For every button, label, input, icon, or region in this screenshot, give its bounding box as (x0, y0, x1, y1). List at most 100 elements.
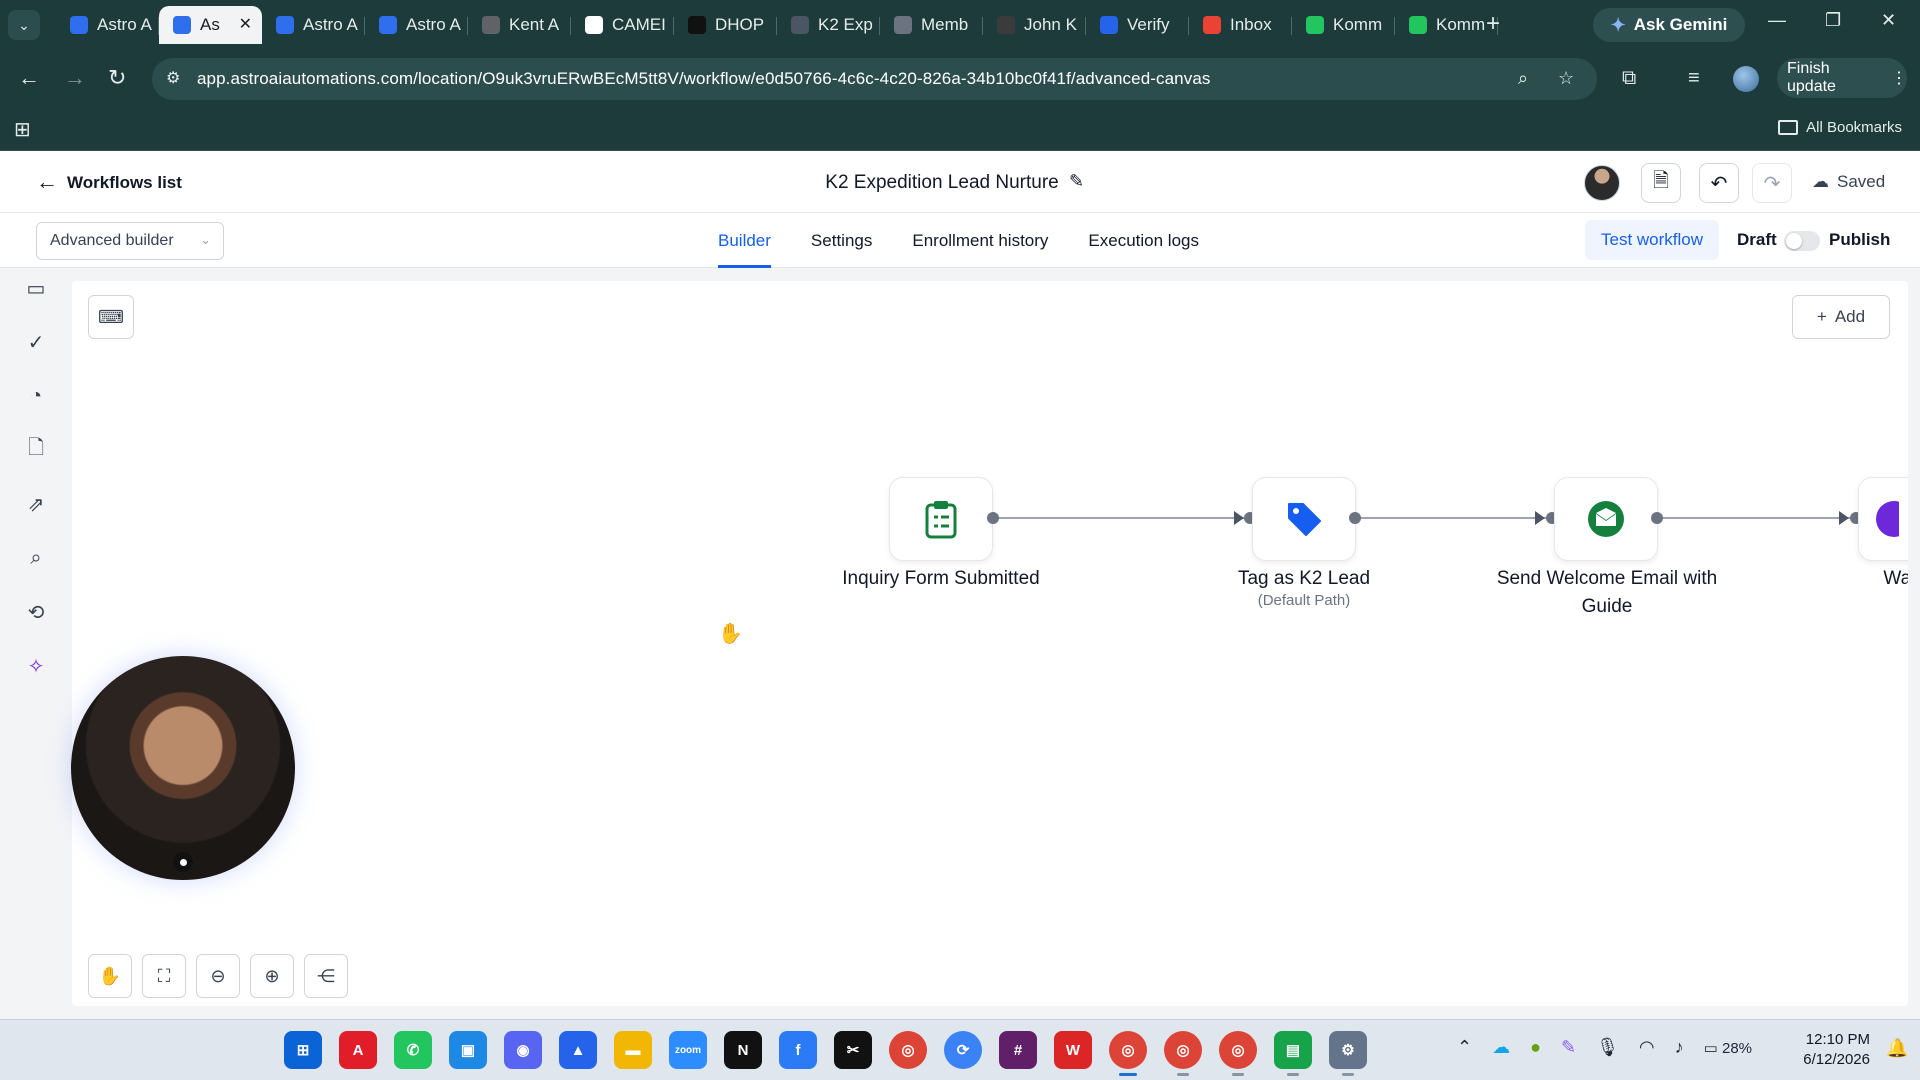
ask-gemini-button[interactable]: ✦ Ask Gemini (1593, 8, 1745, 42)
bookmark-star-icon[interactable]: ☆ (1558, 68, 1574, 89)
chrome-icon[interactable]: ◎ (889, 1031, 927, 1069)
workflow-node-wait[interactable] (1858, 477, 1908, 561)
url-text[interactable]: app.astroaiautomations.com/location/O9uk… (197, 69, 1211, 89)
publish-toggle[interactable] (1784, 231, 1820, 251)
user-avatar[interactable] (1584, 165, 1620, 201)
back-arrow-icon[interactable]: ← (18, 66, 40, 90)
browser-tab[interactable]: K2 Exp (777, 6, 880, 44)
auto-layout-button[interactable]: ⋲ (304, 954, 348, 998)
sync-icon[interactable]: ⟳ (944, 1031, 982, 1069)
all-bookmarks-button[interactable]: All Bookmarks (1778, 119, 1902, 136)
node-output-handle[interactable] (1349, 512, 1361, 524)
settings-gear-icon[interactable]: ⚙ (1329, 1031, 1367, 1076)
tab-close-icon[interactable]: ✕ (239, 14, 252, 34)
news-icon[interactable]: ▣ (449, 1031, 487, 1069)
workflow-node-email[interactable] (1554, 477, 1658, 561)
minimize-icon[interactable]: — (1768, 10, 1786, 31)
capcut-icon[interactable]: ✂ (834, 1031, 872, 1069)
file-icon[interactable]: 🗋 (24, 437, 48, 462)
pie-chart-icon[interactable]: ◔ (24, 384, 48, 408)
slack-icon[interactable]: # (999, 1031, 1037, 1069)
window-close-icon[interactable]: ✕ (1881, 10, 1896, 31)
chrome-icon[interactable]: ◎ (1164, 1031, 1202, 1076)
browser-tab[interactable]: Astro A (262, 6, 365, 44)
browser-tab[interactable]: Komm (1395, 6, 1498, 44)
clock[interactable]: 12:10 PM 6/12/2026 (1770, 1030, 1870, 1070)
chrome-icon[interactable]: ◎ (1219, 1031, 1257, 1076)
edit-title-pencil-icon[interactable]: ✎ (1069, 171, 1084, 192)
acrobat-icon[interactable]: A (339, 1031, 377, 1069)
browser-tab[interactable]: CAMEI (571, 6, 674, 44)
photos-icon[interactable]: ▲ (559, 1031, 597, 1069)
whatsapp-icon[interactable]: ✆ (394, 1031, 432, 1069)
extensions-icon[interactable]: ⧉ (1622, 66, 1636, 90)
browser-tab[interactable]: John K (983, 6, 1086, 44)
workflow-canvas[interactable]: ⌨ + Add Inquiry Form Submitted Tag as K2… (72, 281, 1908, 1006)
check-circle-icon[interactable]: ✓ (24, 330, 48, 354)
tab-enrollment-history[interactable]: Enrollment history (912, 213, 1048, 268)
undo-button[interactable]: ↶ (1699, 163, 1739, 203)
wps-icon[interactable]: W (1054, 1031, 1092, 1069)
finish-update-button[interactable]: Finish update ⋮ (1777, 58, 1907, 98)
zoom-in-button[interactable]: ⊕ (250, 954, 294, 998)
fit-view-button[interactable]: ⛶ (142, 954, 186, 998)
kommo-icon[interactable]: ▤ (1274, 1031, 1312, 1076)
search-icon[interactable]: ⌕ (24, 546, 48, 570)
ai-sparkle-icon[interactable]: ✧ (24, 654, 48, 678)
workflow-notes-button[interactable]: 🗎 (1641, 163, 1681, 203)
tab-builder[interactable]: Builder (718, 213, 771, 268)
chrome-icon[interactable]: ◎ (1109, 1031, 1147, 1076)
node-output-handle[interactable] (987, 512, 999, 524)
workflow-node-trigger[interactable] (889, 477, 993, 561)
zoom-icon[interactable]: zoom (669, 1031, 707, 1069)
chevron-up-icon[interactable]: ⌃ (1457, 1037, 1472, 1058)
add-button[interactable]: + Add (1792, 295, 1890, 339)
tab-search-button[interactable]: ⌄ (8, 10, 40, 40)
discord-icon[interactable]: ◉ (504, 1031, 542, 1069)
browser-tab[interactable]: DHOP (674, 6, 777, 44)
builder-mode-select[interactable]: Advanced builder ⌄ (36, 222, 224, 260)
tab-execution-logs[interactable]: Execution logs (1088, 213, 1199, 268)
wifi-icon[interactable]: ◠ (1639, 1037, 1655, 1058)
volume-icon[interactable]: ♪ (1675, 1037, 1684, 1058)
browser-tab[interactable]: Inbox (1189, 6, 1292, 44)
workflow-node-tag[interactable] (1252, 477, 1356, 561)
file-explorer-icon[interactable]: ▬ (614, 1031, 652, 1069)
media-controls-icon[interactable]: ≡ (1688, 66, 1700, 90)
keyboard-shortcuts-button[interactable]: ⌨ (88, 295, 134, 339)
windows-start-icon[interactable]: ⊞ (284, 1031, 322, 1069)
test-workflow-button[interactable]: Test workflow (1585, 220, 1719, 260)
browser-tab[interactable]: Verify (1086, 6, 1189, 44)
tab-settings[interactable]: Settings (811, 213, 872, 268)
browser-tab[interactable]: Astro A (56, 6, 159, 44)
browser-tab[interactable]: Komm (1292, 6, 1395, 44)
redo-button[interactable]: ↷ (1752, 163, 1792, 203)
pan-hand-button[interactable]: ✋ (88, 954, 132, 998)
battery-indicator[interactable]: ▭ 28% (1704, 1039, 1752, 1057)
webcam-record-dot[interactable] (173, 852, 193, 872)
node-output-handle[interactable] (1651, 512, 1663, 524)
restore-icon[interactable]: ❐ (1825, 10, 1841, 31)
comment-icon[interactable]: ▭ (24, 276, 48, 300)
pen-icon[interactable]: ✎ (1561, 1037, 1576, 1058)
notification-bell-icon[interactable]: 🔔 (1886, 1038, 1908, 1059)
microphone-icon[interactable]: 🎙 (1596, 1037, 1619, 1058)
forward-arrow-icon[interactable]: → (64, 66, 86, 90)
zoom-magnifier-icon[interactable]: ⌕ (1518, 68, 1528, 89)
browser-tab[interactable]: As ✕ (159, 6, 262, 44)
webcam-overlay[interactable] (71, 656, 295, 880)
browser-profile-avatar[interactable] (1733, 66, 1759, 92)
external-link-icon[interactable]: ⇗ (24, 492, 48, 516)
history-icon[interactable]: ⟲ (24, 600, 48, 624)
site-info-icon[interactable]: ⚙ (166, 68, 180, 88)
browser-tab[interactable]: Memb (880, 6, 983, 44)
browser-tab[interactable]: Kent A (468, 6, 571, 44)
fusion-icon[interactable]: f (779, 1031, 817, 1069)
browser-tab[interactable]: Astro A (365, 6, 468, 44)
app-tray-icon[interactable]: ● (1530, 1037, 1541, 1058)
apps-grid-icon[interactable]: ⊞ (14, 117, 31, 142)
notion-icon[interactable]: N (724, 1031, 762, 1069)
reload-icon[interactable]: ↻ (108, 66, 126, 90)
address-bar[interactable]: ⚙ app.astroaiautomations.com/location/O9… (152, 58, 1597, 100)
onedrive-icon[interactable]: ☁ (1492, 1037, 1510, 1058)
